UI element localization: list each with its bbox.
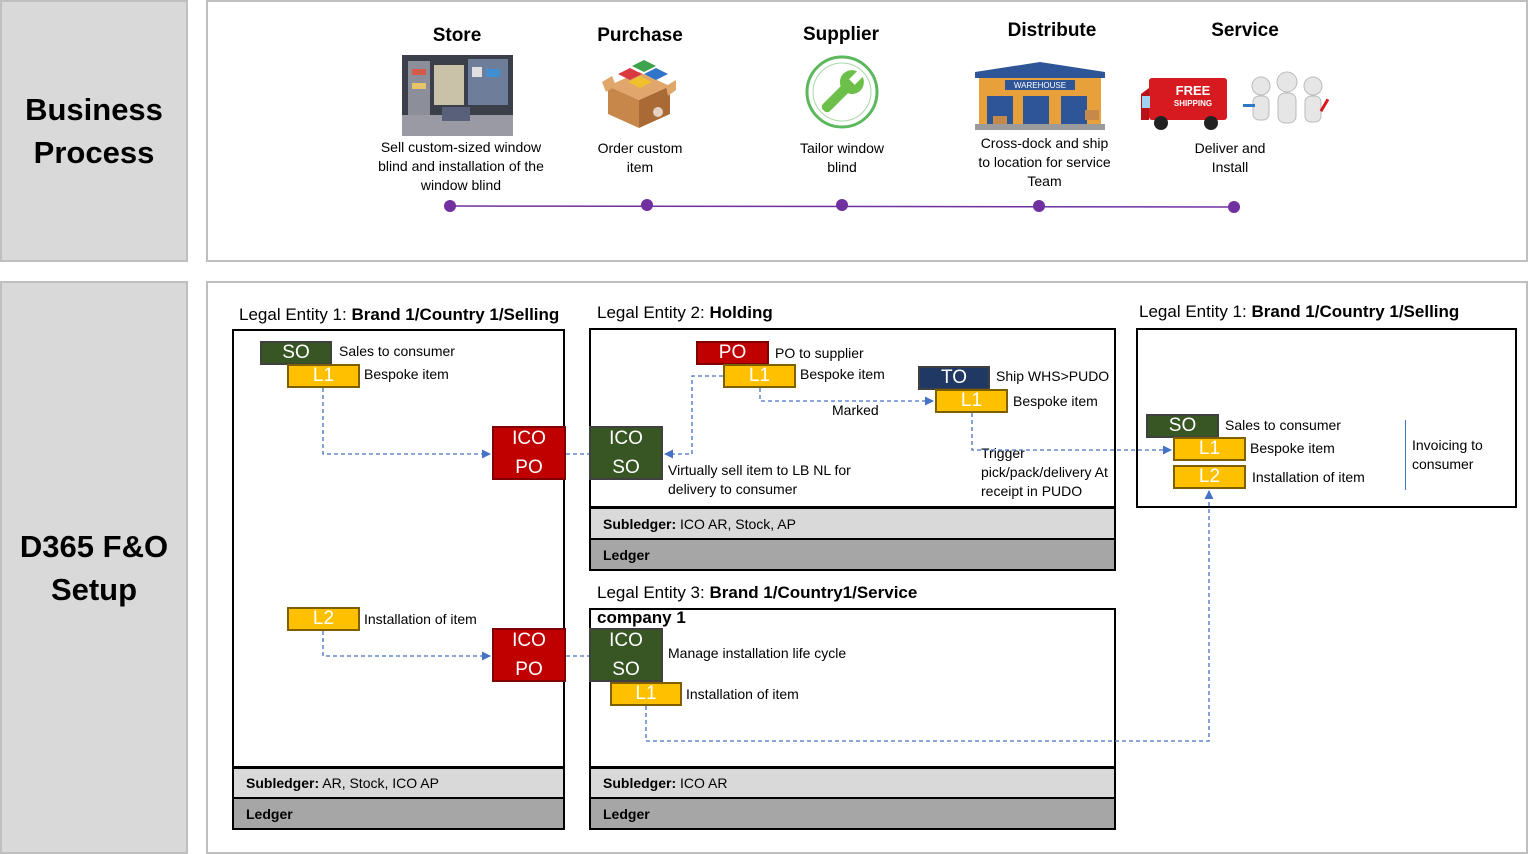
connector-arrows — [322, 375, 1214, 742]
